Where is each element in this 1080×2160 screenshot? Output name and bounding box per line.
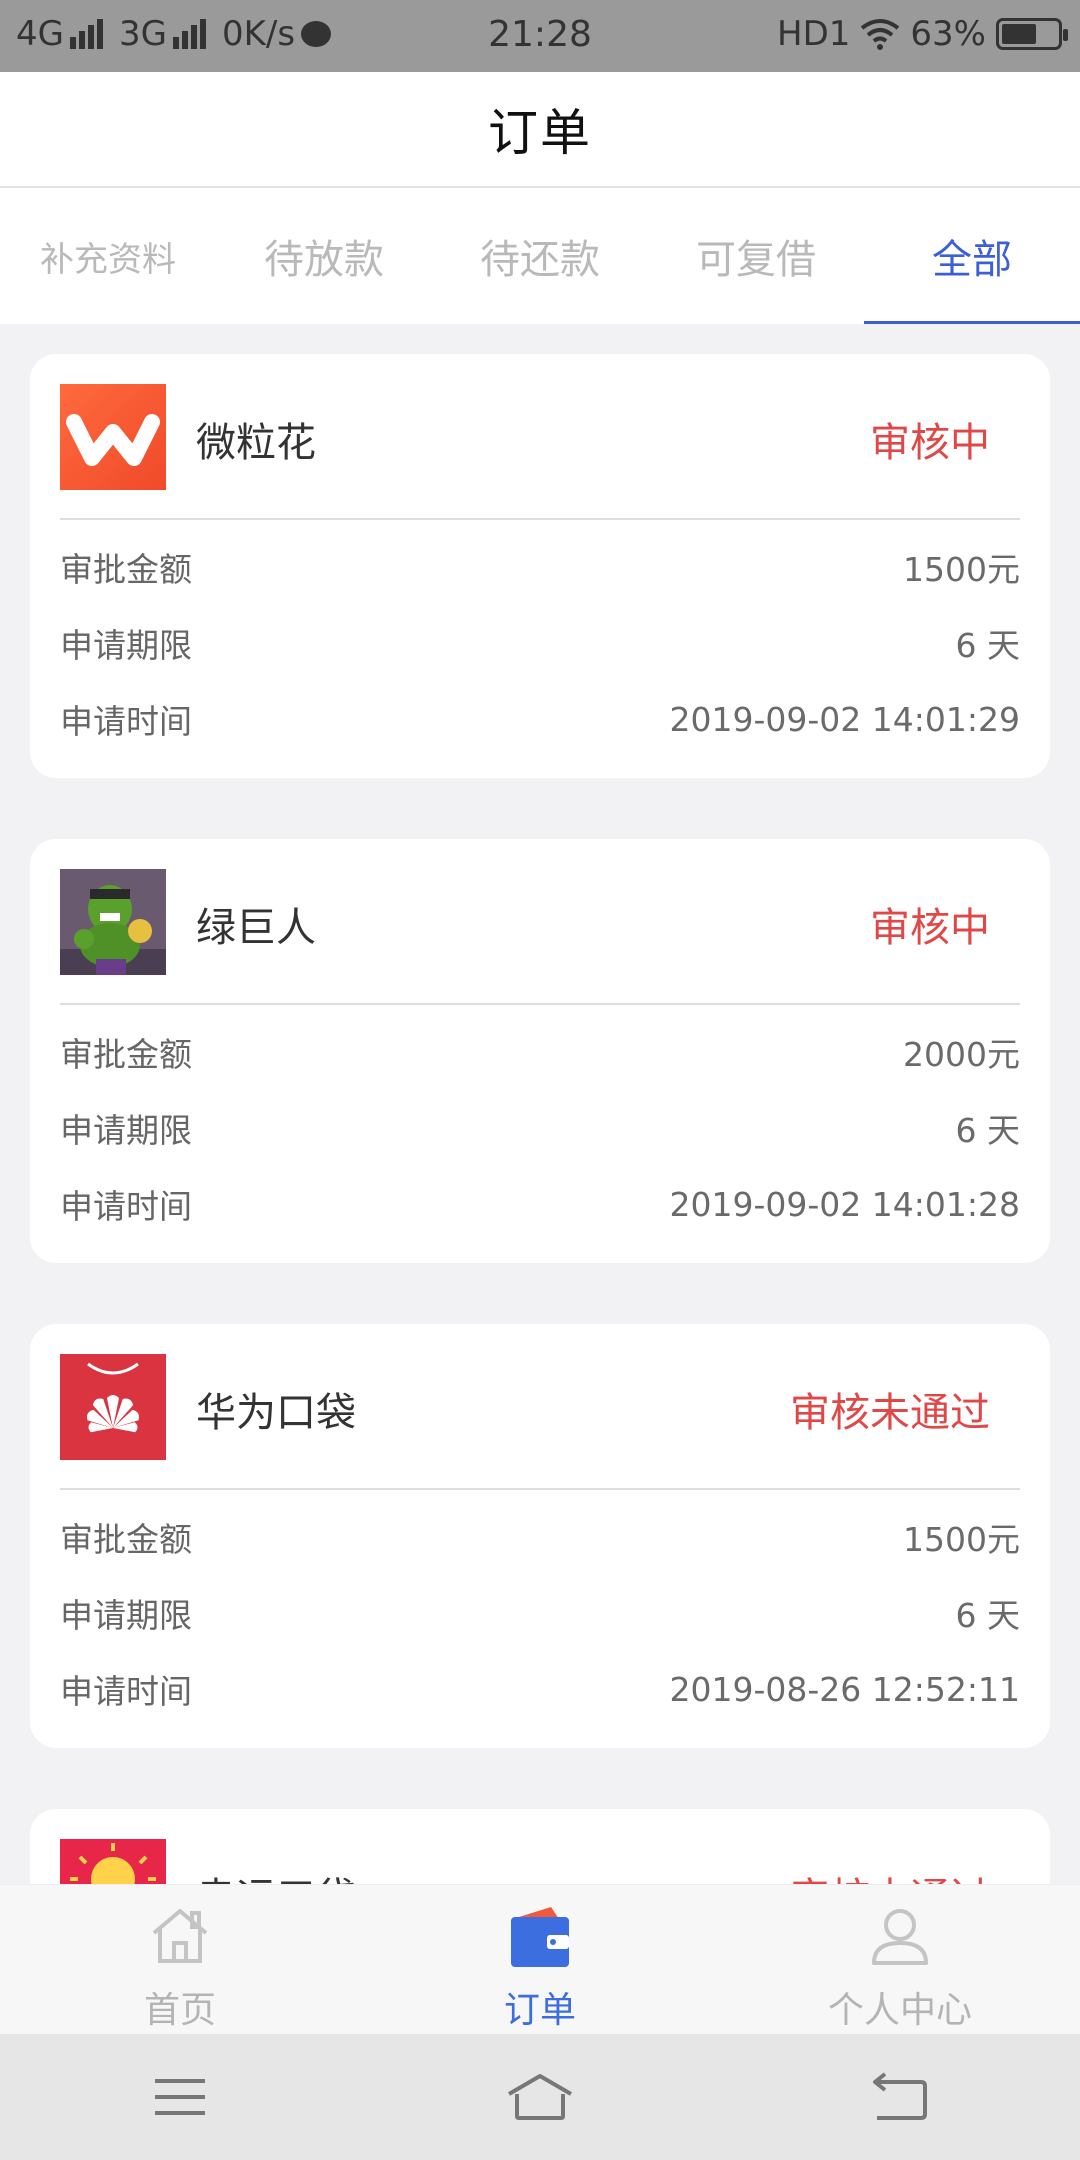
info-label: 审批金额 [60, 1035, 192, 1074]
info-label: 审批金额 [60, 550, 192, 589]
info-value: 1500元 [903, 550, 1020, 589]
order-card[interactable]: 微粒花 审核中 审批金额 1500元 申请期限 6 天 申请时间 2019-09… [30, 354, 1050, 778]
info-row: 申请期限 6 天 [60, 1588, 1020, 1638]
menu-icon [155, 2079, 205, 2115]
status-right: HD1 63% [777, 14, 1068, 54]
wallet-icon [511, 1907, 569, 1967]
product-name: 微粒花 [196, 420, 316, 466]
info-label: 申请期限 [60, 1111, 192, 1150]
tab-all[interactable]: 全部 [864, 188, 1080, 324]
system-nav-bar [0, 2034, 1080, 2160]
order-card[interactable]: 华为口袋 审核未通过 审批金额 1500元 申请期限 6 天 申请时间 2019… [30, 1324, 1050, 1748]
product-name: 华为口袋 [196, 1390, 356, 1436]
info-value: 2019-08-26 12:52:11 [669, 1669, 1020, 1709]
tab-supplement[interactable]: 补充资料 [0, 188, 216, 324]
info-value: 6 天 [955, 1111, 1021, 1150]
order-status: 审核中 [870, 420, 990, 466]
info-label: 申请时间 [60, 702, 192, 741]
info-row: 审批金额 1500元 [60, 542, 1020, 592]
system-menu-button[interactable] [130, 2057, 230, 2137]
info-value: 1500元 [903, 1520, 1020, 1559]
nav-home-label: 首页 [143, 1990, 216, 2031]
sun-logo-icon [60, 1839, 166, 1884]
w-logo-icon [60, 384, 166, 490]
order-tabs: 补充资料 待放款 待还款 可复借 全部 [0, 188, 1080, 324]
system-home-button[interactable] [490, 2057, 590, 2137]
info-row: 审批金额 1500元 [60, 1512, 1020, 1562]
order-list[interactable]: 微粒花 审核中 审批金额 1500元 申请期限 6 天 申请时间 2019-09… [0, 324, 1080, 1884]
tab-pending-loan[interactable]: 待放款 [216, 188, 432, 324]
info-row: 申请期限 6 天 [60, 618, 1020, 668]
battery-percent: 63% [910, 14, 986, 54]
divider [60, 1488, 1020, 1490]
bottom-nav: 首页 订单 个人中心 [0, 1884, 1080, 2034]
order-status: 审核未通过 [790, 1390, 990, 1436]
info-row: 审批金额 2000元 [60, 1027, 1020, 1077]
product-name: 绿巨人 [196, 905, 316, 951]
page-title: 订单 [488, 104, 592, 162]
page-header: 订单 [0, 72, 1080, 188]
info-label: 申请时间 [60, 1187, 192, 1226]
info-label: 申请期限 [60, 1596, 192, 1635]
nav-profile[interactable]: 个人中心 [720, 1885, 1080, 2035]
status-bar: 4G 3G 0K/s 21:28 HD1 63% [0, 0, 1080, 72]
divider [60, 518, 1020, 520]
wifi-icon [861, 19, 900, 50]
back-icon [873, 2072, 927, 2120]
system-back-button[interactable] [850, 2057, 950, 2137]
tab-reborrow[interactable]: 可复借 [648, 188, 864, 324]
divider [60, 1003, 1020, 1005]
info-label: 申请时间 [60, 1672, 192, 1711]
info-value: 2019-09-02 14:01:29 [669, 699, 1020, 739]
tab-pending-repay[interactable]: 待还款 [432, 188, 648, 324]
info-label: 审批金额 [60, 1520, 192, 1559]
user-icon [872, 1909, 928, 1965]
home-icon [152, 1909, 208, 1963]
nav-orders-label: 订单 [503, 1990, 576, 2031]
info-value: 6 天 [955, 1596, 1021, 1635]
info-value: 2019-09-02 14:01:28 [669, 1184, 1020, 1224]
info-row: 申请时间 2019-08-26 12:52:11 [60, 1664, 1020, 1714]
order-status: 审核中 [870, 905, 990, 951]
product-name: 幸运口袋 [196, 1865, 356, 1884]
nav-orders[interactable]: 订单 [360, 1885, 720, 2035]
home-outline-icon [507, 2074, 573, 2120]
hulk-avatar-icon [60, 869, 166, 975]
nav-home[interactable]: 首页 [0, 1885, 360, 2035]
hd-indicator: HD1 [777, 14, 851, 54]
info-value: 6 天 [955, 626, 1021, 665]
order-card[interactable]: 绿巨人 审核中 审批金额 2000元 申请期限 6 天 申请时间 2019-09… [30, 839, 1050, 1263]
battery-icon [996, 18, 1068, 50]
info-row: 申请时间 2019-09-02 14:01:28 [60, 1179, 1020, 1229]
nav-profile-label: 个人中心 [827, 1990, 972, 2031]
info-row: 申请时间 2019-09-02 14:01:29 [60, 694, 1020, 744]
info-row: 申请期限 6 天 [60, 1103, 1020, 1153]
info-value: 2000元 [903, 1035, 1020, 1074]
huawei-bag-icon [60, 1354, 166, 1460]
order-card[interactable]: 幸运口袋 审核未通过 [30, 1809, 1050, 1884]
info-label: 申请期限 [60, 626, 192, 665]
order-status: 审核未通过 [790, 1865, 990, 1884]
